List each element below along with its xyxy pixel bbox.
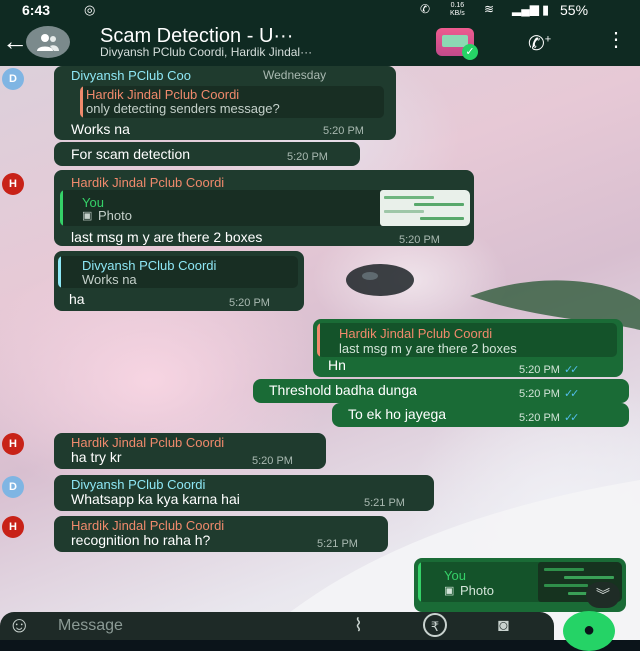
message-bubble[interactable]: For scam detection 5:20 PM (54, 142, 360, 166)
speed-value: 0.16 (450, 2, 465, 9)
check-icon: ✓ (462, 44, 478, 60)
chevron-down-icon[interactable]: ︾ (586, 582, 620, 608)
message-bubble[interactable]: Hardik Jindal Pclub Coordi You ▣ Photo l… (54, 170, 474, 246)
message-text: recognition ho raha h? (71, 532, 211, 548)
rupee-icon[interactable]: ₹ (423, 613, 447, 637)
message-bubble[interactable]: Threshold badha dunga 5:20 PM ✓✓ (253, 379, 629, 403)
read-ticks-icon: ✓✓ (563, 412, 580, 424)
attach-icon[interactable]: ⌇ (354, 615, 363, 636)
group-avatar[interactable] (26, 26, 70, 58)
quote-bar (418, 562, 421, 602)
message-text: ha (69, 291, 85, 307)
time-value: 5:20 PM (519, 364, 560, 376)
group-members[interactable]: Divyansh PClub Coordi, Hardik Jindal··· (100, 45, 312, 59)
message-text: Threshold badha dunga (269, 382, 417, 398)
network-speed: 0.16 KB/s (450, 2, 465, 18)
sender-name[interactable]: Hardik Jindal Pclub Coordi (71, 518, 224, 533)
quote-sender: Hardik Jindal Pclub Coordi (86, 87, 240, 102)
message-text: To ek ho jayega (348, 406, 447, 422)
message-text: For scam detection (71, 146, 191, 162)
message-day: Wednesday (263, 68, 327, 82)
message-text: Whatsapp ka kya karna hai (71, 491, 240, 507)
quote-bar (60, 190, 63, 226)
quote-sender: You (444, 568, 466, 583)
avatar[interactable]: D (2, 68, 24, 90)
sender-name[interactable]: Divyansh PClub Coo (71, 68, 191, 83)
quote-bar (58, 256, 61, 288)
message-time: 5:20 PM (287, 151, 328, 163)
message-bubble[interactable]: Divyansh PClub Coo Wednesday Hardik Jind… (54, 66, 396, 140)
quoted-message[interactable]: Hardik Jindal Pclub Coordi last msg m y … (317, 323, 617, 357)
message-text: ha try kr (71, 449, 122, 465)
group-icon (37, 34, 59, 51)
message-time: 5:20 PM ✓✓ (519, 363, 580, 376)
message-time: 5:20 PM (323, 125, 364, 137)
instagram-icon: ◎ (84, 2, 96, 17)
emoji-icon[interactable]: ☺ (8, 614, 30, 636)
sender-name[interactable]: Divyansh PClub Coordi (71, 477, 205, 492)
message-input[interactable]: Message (58, 617, 123, 635)
quote-text: only detecting senders message? (86, 101, 280, 116)
add-call-icon[interactable]: ✆+ (528, 31, 551, 56)
message-time: 5:21 PM (317, 538, 358, 550)
video-call-icon[interactable]: ✓ (436, 28, 478, 60)
message-composer[interactable]: ☺ Message ⌇ ₹ ◙ (0, 612, 554, 640)
message-bubble[interactable]: Hardik Jindal Pclub Coordi ha try kr 5:2… (54, 433, 326, 469)
message-bubble[interactable]: Divyansh PClub Coordi Works na ha 5:20 P… (54, 251, 304, 311)
time-value: 5:20 PM (519, 388, 560, 400)
sender-name[interactable]: Hardik Jindal Pclub Coordi (71, 435, 224, 450)
quoted-message[interactable]: Hardik Jindal Pclub Coordi only detectin… (80, 86, 384, 118)
message-text: last msg m y are there 2 boxes (71, 229, 263, 245)
message-time: 5:20 PM ✓✓ (519, 387, 580, 400)
quote-text: Photo (98, 208, 132, 223)
quote-sender: Divyansh PClub Coordi (82, 258, 217, 273)
photo-icon: ▣ (444, 585, 455, 597)
sender-name[interactable]: Hardik Jindal Pclub Coordi (71, 175, 224, 190)
speed-unit: KB/s (450, 10, 465, 17)
status-bar: 6:43 ◎ ✆ 0.16 KB/s ≋ ▂▄▆ ▮ 55% (0, 0, 640, 22)
time-value: 5:20 PM (519, 412, 560, 424)
message-bubble[interactable]: To ek ho jayega 5:20 PM ✓✓ (332, 403, 629, 427)
quote-bar (80, 86, 83, 118)
message-bubble[interactable]: Divyansh PClub Coordi Whatsapp ka kya ka… (54, 475, 434, 511)
camera-icon[interactable]: ◙ (498, 615, 509, 636)
avatar[interactable]: H (2, 173, 24, 195)
message-time: 5:21 PM (364, 497, 405, 509)
quoted-message[interactable]: You ▣ Photo (60, 190, 470, 226)
message-time: 5:20 PM ✓✓ (519, 411, 580, 424)
avatar[interactable]: D (2, 476, 24, 498)
quote-text: Photo (460, 583, 494, 598)
signal-icon: ≋ (484, 2, 495, 16)
quote-text: Works na (82, 272, 137, 287)
message-text: Works na (71, 121, 130, 137)
message-text: Hn (328, 357, 346, 373)
read-ticks-icon: ✓✓ (563, 388, 580, 400)
quote-sender: Hardik Jindal Pclub Coordi (339, 326, 493, 341)
battery-icon: ▮ (542, 2, 550, 17)
quote-text: last msg m y are there 2 boxes (339, 341, 517, 356)
quote-bar (317, 323, 320, 357)
photo-thumbnail (380, 190, 470, 226)
battery-percent: 55% (560, 2, 589, 18)
chat-header: ← Scam Detection - U··· Divyansh PClub C… (0, 22, 640, 66)
call-status-icon: ✆ (420, 2, 431, 16)
mic-icon[interactable]: ● (563, 611, 615, 651)
message-bubble[interactable]: Hardik Jindal Pclub Coordi last msg m y … (313, 319, 623, 377)
more-vert-icon[interactable]: ⋮ (606, 30, 626, 50)
read-ticks-icon: ✓✓ (563, 364, 580, 376)
message-time: 5:20 PM (399, 234, 440, 246)
photo-icon: ▣ (82, 210, 93, 222)
status-time: 6:43 (22, 2, 51, 18)
message-time: 5:20 PM (252, 455, 293, 467)
avatar[interactable]: H (2, 433, 24, 455)
message-time: 5:20 PM (229, 297, 270, 309)
back-arrow-icon[interactable]: ← (2, 28, 28, 54)
avatar[interactable]: H (2, 516, 24, 538)
message-bubble[interactable]: Hardik Jindal Pclub Coordi recognition h… (54, 516, 388, 552)
cell-signal-icon: ▂▄▆ (512, 2, 539, 16)
quoted-message[interactable]: Divyansh PClub Coordi Works na (58, 256, 298, 288)
